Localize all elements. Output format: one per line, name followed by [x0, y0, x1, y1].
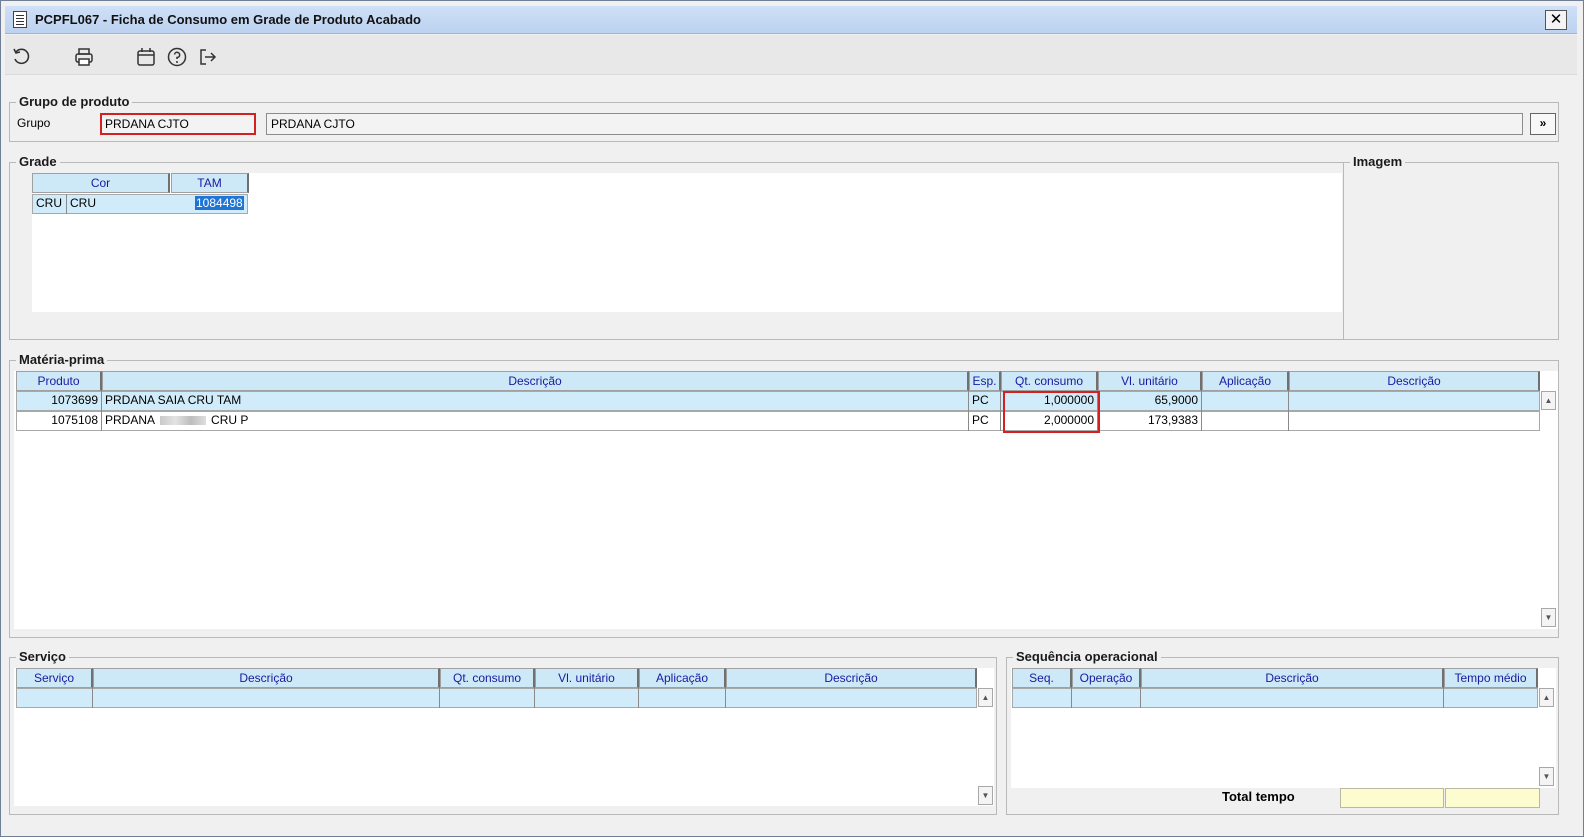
- main-window: PCPFL067 - Ficha de Consumo em Grade de …: [0, 0, 1584, 837]
- sequencia-legend: Sequência operacional: [1013, 649, 1161, 664]
- grupo-description-field: PRDANA CJTO: [266, 113, 1523, 135]
- mp-row1-aplicacao[interactable]: [1202, 391, 1289, 411]
- seq-cell[interactable]: [1141, 688, 1444, 708]
- mp-row1-produto[interactable]: 1073699: [16, 391, 102, 411]
- mp-row2-produto[interactable]: 1075108: [16, 411, 102, 431]
- window-title: PCPFL067 - Ficha de Consumo em Grade de …: [35, 12, 421, 27]
- grupo-code-field[interactable]: PRDANA CJTO: [100, 113, 256, 135]
- servico-grid: Serviço Descrição Qt. consumo Vl. unitár…: [14, 668, 994, 806]
- mp-header-aplicacao[interactable]: Aplicação: [1202, 371, 1289, 391]
- mp-row1-qt-consumo[interactable]: 1,000000: [1001, 391, 1098, 411]
- calendar-icon[interactable]: [135, 46, 157, 68]
- mp-row1-esp[interactable]: PC: [969, 391, 1001, 411]
- mp-row2-descricao-tail: CRU P: [211, 413, 249, 427]
- sequencia-group: Sequência operacional Seq. Operação Desc…: [1006, 649, 1559, 815]
- mp-row2-qt-consumo[interactable]: 2,000000: [1001, 411, 1098, 431]
- grade-grid: Cor TAM CRU CRU 1084498: [32, 173, 1342, 312]
- grupo-label: Grupo: [17, 116, 51, 130]
- grupo-lookup-button[interactable]: »: [1530, 113, 1556, 135]
- seq-header-tempo-medio[interactable]: Tempo médio: [1444, 668, 1538, 688]
- grade-header-cor[interactable]: Cor: [32, 173, 170, 193]
- servico-header-qt-consumo[interactable]: Qt. consumo: [440, 668, 535, 688]
- servico-header-servico[interactable]: Serviço: [16, 668, 93, 688]
- grade-group: Grade Cor TAM CRU CRU 1084498: [9, 154, 1344, 340]
- mp-header-vl-unitario[interactable]: Vl. unitário: [1098, 371, 1202, 391]
- mp-header-descricao-2[interactable]: Descrição: [1289, 371, 1540, 391]
- print-icon[interactable]: [73, 46, 95, 68]
- grade-cor-name[interactable]: CRU: [67, 194, 171, 214]
- imagem-group: Imagem: [1343, 154, 1559, 340]
- mp-row2-aplicacao[interactable]: [1202, 411, 1289, 431]
- toolbar: [5, 35, 1577, 75]
- grade-tam-cell[interactable]: 1084498: [171, 195, 248, 213]
- seq-cell[interactable]: [1072, 688, 1141, 708]
- close-button[interactable]: ✕: [1545, 10, 1567, 30]
- seq-header-descricao[interactable]: Descrição: [1141, 668, 1444, 688]
- total-tempo-medio-field: [1445, 788, 1540, 808]
- scroll-down-icon[interactable]: ▼: [1541, 608, 1556, 627]
- help-icon[interactable]: [166, 46, 188, 68]
- scroll-up-icon[interactable]: ▲: [978, 688, 993, 707]
- servico-cell[interactable]: [93, 688, 440, 708]
- mp-row2-descricao-2[interactable]: [1289, 411, 1540, 431]
- materia-prima-grid: Produto Descrição Esp. Qt. consumo Vl. u…: [14, 371, 1558, 629]
- mp-header-esp[interactable]: Esp.: [969, 371, 1001, 391]
- servico-cell[interactable]: [16, 688, 93, 708]
- mp-row1-descricao[interactable]: PRDANA SAIA CRU TAM: [102, 391, 969, 411]
- total-tempo-field: [1340, 788, 1444, 808]
- materia-prima-group: Matéria-prima Produto Descrição Esp. Qt.…: [9, 352, 1559, 638]
- scroll-down-icon[interactable]: ▼: [1539, 767, 1554, 786]
- grade-header-tam[interactable]: TAM: [171, 173, 249, 193]
- grupo-produto-group: Grupo de produto Grupo PRDANA CJTO PRDAN…: [9, 94, 1559, 142]
- mp-row2-descricao[interactable]: PRDANA CRU P: [102, 411, 969, 431]
- document-icon: [13, 11, 27, 28]
- servico-header-vl-unitario[interactable]: Vl. unitário: [535, 668, 639, 688]
- servico-cell[interactable]: [535, 688, 639, 708]
- grupo-produto-legend: Grupo de produto: [16, 94, 133, 109]
- mp-header-produto[interactable]: Produto: [16, 371, 102, 391]
- scroll-down-icon[interactable]: ▼: [978, 786, 993, 805]
- refresh-icon[interactable]: [11, 46, 33, 68]
- seq-header-operacao[interactable]: Operação: [1072, 668, 1141, 688]
- exit-icon[interactable]: [197, 46, 219, 68]
- grade-legend: Grade: [16, 154, 60, 169]
- materia-prima-legend: Matéria-prima: [16, 352, 108, 367]
- seq-cell[interactable]: [1012, 688, 1072, 708]
- servico-header-descricao-2[interactable]: Descrição: [726, 668, 977, 688]
- mp-header-descricao[interactable]: Descrição: [102, 371, 969, 391]
- grade-tam-value[interactable]: 1084498: [195, 196, 244, 210]
- redacted-text: [159, 416, 206, 425]
- imagem-legend: Imagem: [1350, 154, 1406, 169]
- mp-row2-esp[interactable]: PC: [969, 411, 1001, 431]
- total-tempo-label: Total tempo: [1222, 789, 1295, 804]
- servico-header-aplicacao[interactable]: Aplicação: [639, 668, 726, 688]
- servico-legend: Serviço: [16, 649, 69, 664]
- servico-group: Serviço Serviço Descrição Qt. consumo Vl…: [9, 649, 997, 815]
- scroll-up-icon[interactable]: ▲: [1541, 391, 1556, 410]
- sequencia-grid: Seq. Operação Descrição Tempo médio ▲ ▼: [1011, 668, 1556, 788]
- seq-header-seq[interactable]: Seq.: [1012, 668, 1072, 688]
- grade-cor-code[interactable]: CRU: [33, 194, 67, 214]
- mp-header-qt-consumo[interactable]: Qt. consumo: [1001, 371, 1098, 391]
- mp-row1-vl-unitario[interactable]: 65,9000: [1098, 391, 1202, 411]
- mp-row1-descricao-2[interactable]: [1289, 391, 1540, 411]
- servico-cell[interactable]: [440, 688, 535, 708]
- servico-header-descricao[interactable]: Descrição: [93, 668, 440, 688]
- scroll-up-icon[interactable]: ▲: [1539, 688, 1554, 707]
- mp-row2-vl-unitario[interactable]: 173,9383: [1098, 411, 1202, 431]
- title-bar: PCPFL067 - Ficha de Consumo em Grade de …: [5, 6, 1577, 34]
- servico-cell[interactable]: [639, 688, 726, 708]
- mp-row2-descricao-head: PRDANA: [105, 413, 155, 427]
